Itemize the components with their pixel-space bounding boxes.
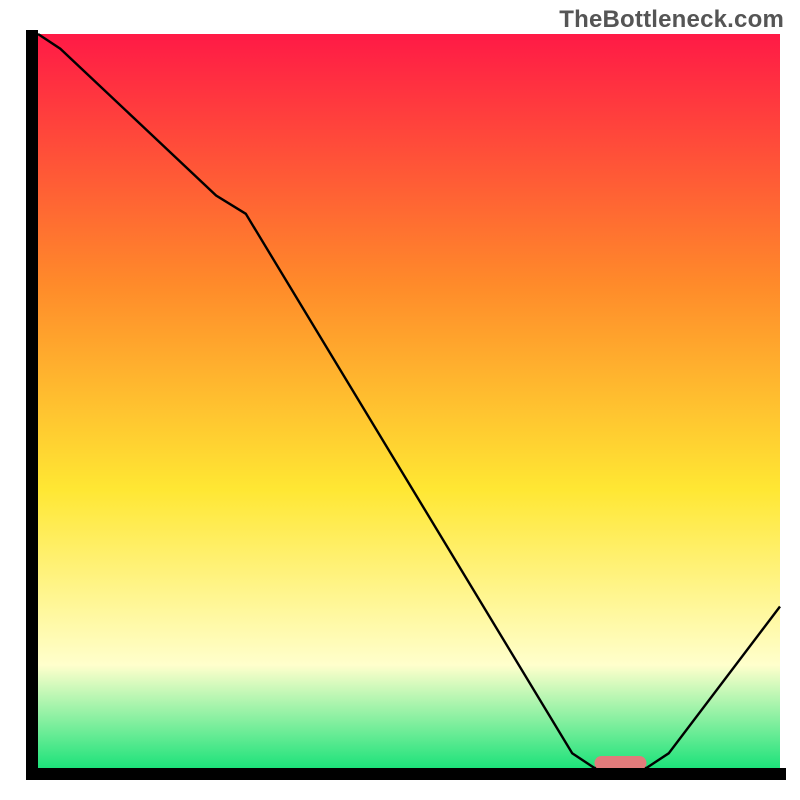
plot-background (38, 34, 780, 768)
bottleneck-chart (0, 0, 800, 800)
watermark-text: TheBottleneck.com (559, 6, 784, 34)
optimum-marker (595, 756, 647, 770)
chart-container: TheBottleneck.com (0, 0, 800, 800)
